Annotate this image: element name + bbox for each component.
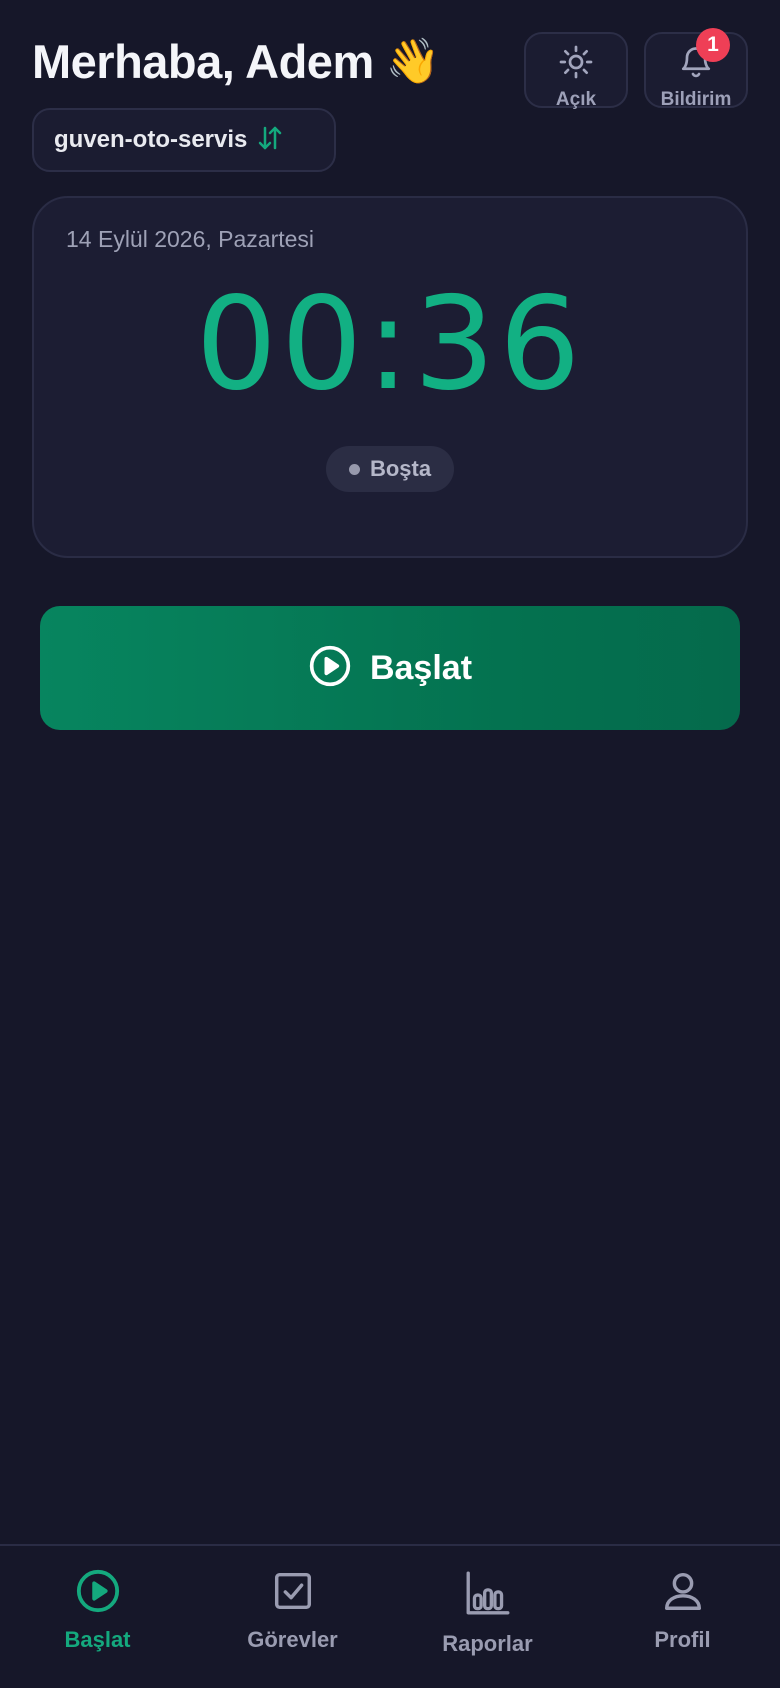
theme-toggle-label: Açık (555, 89, 597, 110)
notifications-label: Bildirim (660, 89, 732, 110)
start-button-label: Başlat (369, 648, 473, 687)
status-dot (348, 463, 360, 475)
status-text: Boşta (369, 456, 432, 481)
nav-item-start-label: Başlat (64, 1627, 131, 1652)
nav-item-reports[interactable]: Raporlar (390, 1546, 585, 1688)
user-icon (660, 1568, 706, 1619)
nav-item-profile-label: Profil (654, 1627, 711, 1652)
workspace-switcher[interactable]: guven-oto-servis (32, 108, 336, 172)
notification-count-badge: 1 (696, 28, 730, 62)
status-badge: Boşta (326, 446, 454, 492)
sun-icon (558, 44, 594, 85)
play-circle-icon (308, 644, 352, 693)
bar-chart-icon (463, 1568, 513, 1623)
greeting-text: Merhaba, Adem (32, 35, 374, 88)
theme-toggle-button[interactable]: Açık (524, 32, 628, 110)
checkbox-icon (270, 1568, 316, 1619)
swap-arrows-icon (255, 123, 285, 158)
nav-item-tasks-label: Görevler (247, 1627, 338, 1652)
elapsed-timer: 00:36 (195, 270, 585, 419)
start-button[interactable]: Başlat (40, 606, 740, 730)
play-circle-icon (75, 1568, 121, 1619)
nav-item-profile[interactable]: Profil (585, 1546, 780, 1688)
app-root: Merhaba, Adem 👋 Açık Bildirim 1 guven-ot… (0, 0, 780, 1688)
nav-item-reports-label: Raporlar (442, 1631, 533, 1656)
nav-item-tasks[interactable]: Görevler (195, 1546, 390, 1688)
greeting-title: Merhaba, Adem 👋 (32, 34, 441, 89)
wave-emoji: 👋 (385, 36, 441, 86)
timer-card: 14 Eylül 2026, Pazartesi 00:36 Boşta (32, 196, 748, 558)
nav-item-start[interactable]: Başlat (0, 1546, 195, 1688)
bottom-nav: Başlat Görevler Raporlar Profil (0, 1544, 780, 1688)
notifications-button[interactable]: Bildirim 1 (644, 28, 748, 110)
workspace-name: guven-oto-servis (54, 126, 248, 153)
current-date: 14 Eylül 2026, Pazartesi (66, 226, 315, 252)
